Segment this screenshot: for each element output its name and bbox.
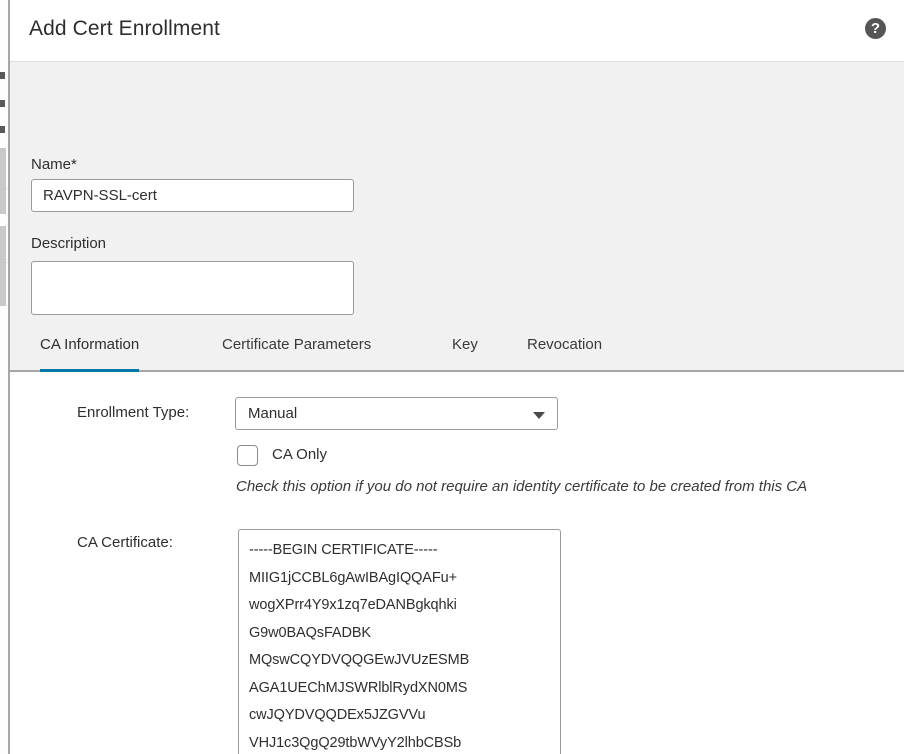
- name-label: Name*: [31, 156, 77, 173]
- description-label: Description: [31, 235, 107, 252]
- background-mark: [0, 100, 5, 107]
- tab-bar: CA Information Certificate Parameters Ke…: [10, 328, 904, 374]
- name-input[interactable]: [31, 179, 354, 212]
- tab-label: CA Information: [40, 336, 140, 353]
- tab-revocation[interactable]: Revocation: [527, 336, 602, 372]
- tab-label: Key: [452, 336, 478, 353]
- help-icon-glyph: ?: [870, 20, 881, 37]
- ca-information-panel: Enrollment Type: Manual CA Only Check th…: [10, 372, 904, 754]
- description-input[interactable]: [31, 261, 354, 315]
- background-page-strip: [0, 0, 8, 754]
- ca-only-label[interactable]: CA Only: [272, 446, 327, 463]
- tab-key[interactable]: Key: [452, 336, 478, 372]
- ca-only-checkbox[interactable]: [237, 445, 258, 466]
- enrollment-type-value: Manual: [248, 405, 298, 422]
- tab-certificate-parameters[interactable]: Certificate Parameters: [222, 336, 371, 372]
- background-mark: [0, 72, 5, 79]
- tab-ca-information[interactable]: CA Information: [40, 336, 140, 374]
- background-mark: [0, 126, 5, 133]
- tab-label: Revocation: [527, 336, 603, 353]
- page-title: Add Cert Enrollment: [29, 17, 220, 40]
- tab-label: Certificate Parameters: [222, 336, 372, 353]
- ca-only-hint-text: Check this option if you do not require …: [236, 478, 808, 495]
- add-cert-enrollment-dialog: Add Cert Enrollment ? Name* Description …: [8, 0, 904, 754]
- ca-certificate-label: CA Certificate:: [77, 534, 173, 551]
- background-block: [0, 226, 6, 306]
- dialog-body: Name* Description CA Information Certifi…: [10, 62, 904, 754]
- enrollment-type-select[interactable]: Manual: [235, 397, 558, 430]
- help-circle-icon[interactable]: ?: [865, 18, 886, 39]
- enrollment-type-label: Enrollment Type:: [77, 404, 190, 421]
- screen: Add Cert Enrollment ? Name* Description …: [0, 0, 904, 754]
- ca-certificate-input[interactable]: -----BEGIN CERTIFICATE----- MIIG1jCCBL6g…: [238, 529, 561, 754]
- dialog-header: Add Cert Enrollment ?: [10, 0, 904, 62]
- chevron-down-icon: [533, 412, 545, 419]
- background-block: [0, 148, 6, 214]
